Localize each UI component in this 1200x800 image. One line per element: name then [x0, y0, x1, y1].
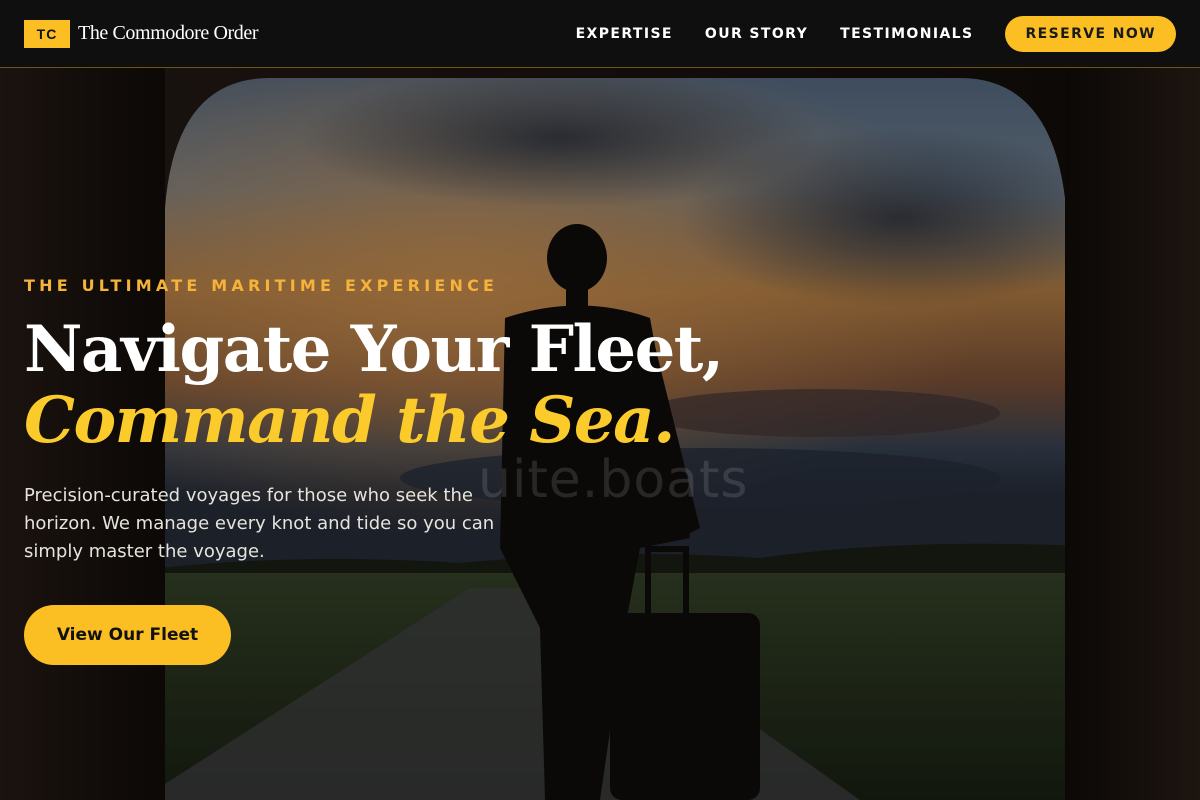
logo-badge[interactable]: TC	[24, 19, 70, 48]
hero-headline-line1: Navigate Your Fleet,	[24, 312, 724, 387]
hero-subtitle: Precision-curated voyages for those who …	[24, 485, 495, 562]
view-fleet-button[interactable]: View Our Fleet	[24, 605, 231, 665]
nav-link-expertise[interactable]: EXPERTISE	[576, 26, 673, 42]
brand[interactable]: TC The Commodore Order	[24, 19, 259, 48]
brand-name[interactable]: The Commodore Order	[78, 22, 259, 45]
reserve-now-button[interactable]: RESERVE NOW	[1005, 15, 1176, 52]
nav-link-testimonials[interactable]: TESTIMONIALS	[840, 26, 973, 42]
hero-headline-line2: Command the Sea.	[24, 383, 675, 458]
hero-eyebrow: THE ULTIMATE MARITIME EXPERIENCE	[24, 276, 499, 295]
hero-headline: Navigate Your Fleet, Command the Sea.	[24, 314, 744, 456]
nav-menu: EXPERTISE OUR STORY TESTIMONIALS RESERVE…	[576, 15, 1176, 52]
top-navbar: TC The Commodore Order EXPERTISE OUR STO…	[0, 0, 1200, 68]
nav-link-our-story[interactable]: OUR STORY	[705, 26, 808, 42]
hero-section: uite.boats THE ULTIMATE MARITIME EXPERIE…	[0, 68, 1200, 800]
